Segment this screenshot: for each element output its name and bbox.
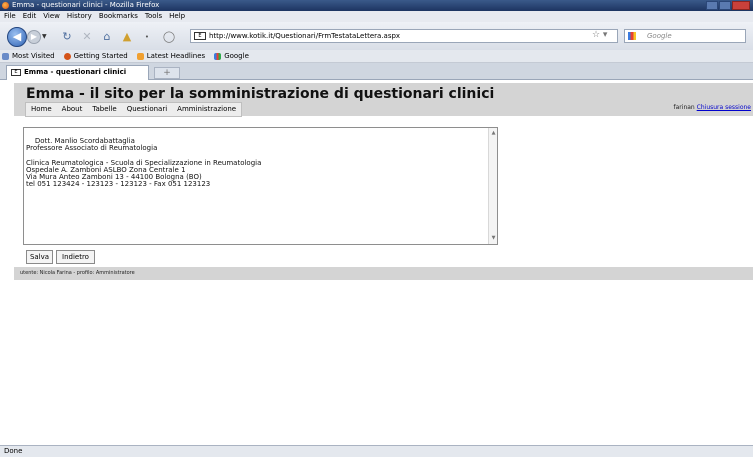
bookmark-getting-started[interactable]: Getting Started [63, 50, 128, 62]
menu-file[interactable]: File [4, 11, 16, 22]
bookmark-label: Latest Headlines [146, 51, 206, 60]
letter-header-textarea[interactable]: Dott. Manlio Scordabattaglia Professore … [23, 127, 498, 245]
status-bar: Done [0, 445, 753, 457]
back-arrow-icon[interactable]: ◀ [7, 27, 27, 47]
search-input[interactable]: Google [624, 29, 746, 43]
close-button[interactable] [732, 1, 750, 10]
address-bar[interactable]: E http://www.kotik.it/Questionari/FrmTes… [190, 29, 618, 43]
bookmark-star-icon[interactable]: ☆ ▾ [592, 30, 607, 40]
logout-link[interactable]: Chiusura sessione [697, 104, 751, 111]
back-button[interactable]: Indietro [56, 250, 95, 264]
bookmark-most-visited[interactable]: Most Visited [2, 50, 55, 62]
reload-icon[interactable]: ↻ [60, 30, 74, 44]
home-icon[interactable]: ⌂ [100, 30, 114, 44]
menu-view[interactable]: View [43, 11, 60, 22]
forward-arrow-icon[interactable]: ▶ [27, 30, 41, 44]
current-user: farinan [673, 104, 695, 111]
google-icon [628, 32, 636, 40]
menu-bar: File Edit View History Bookmarks Tools H… [0, 11, 753, 22]
tab-title: Emma - questionari clinici [24, 68, 127, 76]
nav-amministrazione[interactable]: Amministrazione [172, 103, 241, 116]
site-favicon-icon: E [11, 69, 21, 76]
user-box: farinan Chiusura sessione [674, 104, 751, 111]
tab-active[interactable]: E Emma - questionari clinici [6, 65, 149, 80]
window-controls [706, 1, 750, 10]
window-titlebar: Emma - questionari clinici - Mozilla Fir… [0, 0, 753, 11]
bookmark-google[interactable]: Google [214, 50, 249, 62]
nav-questionari[interactable]: Questionari [122, 103, 172, 116]
firefox-icon [63, 52, 71, 60]
tab-strip: E Emma - questionari clinici + [0, 63, 753, 80]
search-placeholder: Google [647, 32, 672, 40]
nav-about[interactable]: About [57, 103, 88, 116]
rss-icon [136, 52, 144, 60]
menu-edit[interactable]: Edit [23, 11, 37, 22]
menu-bookmarks[interactable]: Bookmarks [99, 11, 138, 22]
scroll-down-icon[interactable]: ▼ [490, 235, 497, 242]
page-content: Emma - il sito per la somministrazione d… [0, 81, 753, 445]
bookmark-label: Google [224, 51, 249, 60]
footer-user-info: utente: Nicola Farina - profilo: Amminis… [14, 267, 753, 280]
nav-tabelle[interactable]: Tabelle [87, 103, 121, 116]
site-nav: Home About Tabelle Questionari Amministr… [25, 102, 243, 117]
stop-icon[interactable]: ✕ [80, 30, 94, 44]
bookmarks-toolbar: Most Visited Getting Started Latest Head… [0, 50, 753, 63]
site-header: Emma - il sito per la somministrazione d… [14, 83, 753, 117]
textarea-scrollbar[interactable]: ▲ ▼ [488, 128, 497, 244]
nav-home[interactable]: Home [26, 103, 57, 116]
history-dropdown-icon[interactable]: ▼ [42, 33, 47, 40]
menu-help[interactable]: Help [169, 11, 185, 22]
dropdown-icon[interactable]: • [140, 30, 154, 44]
google-icon [214, 52, 222, 60]
bookmark-label: Getting Started [73, 51, 128, 60]
navigation-toolbar: ◀ ▶ ▼ ↻ ✕ ⌂ ▲ • ◯ E http://www.kotik.it/… [0, 22, 753, 50]
new-tab-button[interactable]: + [154, 67, 180, 79]
bookmark-folder-icon [2, 52, 9, 60]
letter-text: Dott. Manlio Scordabattaglia Professore … [26, 137, 262, 189]
bookmark-latest-headlines[interactable]: Latest Headlines [136, 50, 206, 62]
minimize-button[interactable] [706, 1, 718, 10]
sync-icon[interactable]: ◯ [162, 30, 176, 44]
bookmark-label: Most Visited [12, 51, 55, 60]
download-icon[interactable]: ▲ [120, 30, 134, 44]
menu-history[interactable]: History [67, 11, 92, 22]
scroll-up-icon[interactable]: ▲ [490, 130, 497, 137]
menu-tools[interactable]: Tools [145, 11, 162, 22]
maximize-button[interactable] [719, 1, 731, 10]
site-title: Emma - il sito per la somministrazione d… [26, 86, 495, 102]
firefox-icon [2, 2, 9, 9]
address-url: http://www.kotik.it/Questionari/FrmTesta… [209, 32, 401, 40]
site-favicon-icon: E [194, 32, 206, 40]
window-title: Emma - questionari clinici - Mozilla Fir… [12, 1, 160, 9]
save-button[interactable]: Salva [26, 250, 53, 264]
